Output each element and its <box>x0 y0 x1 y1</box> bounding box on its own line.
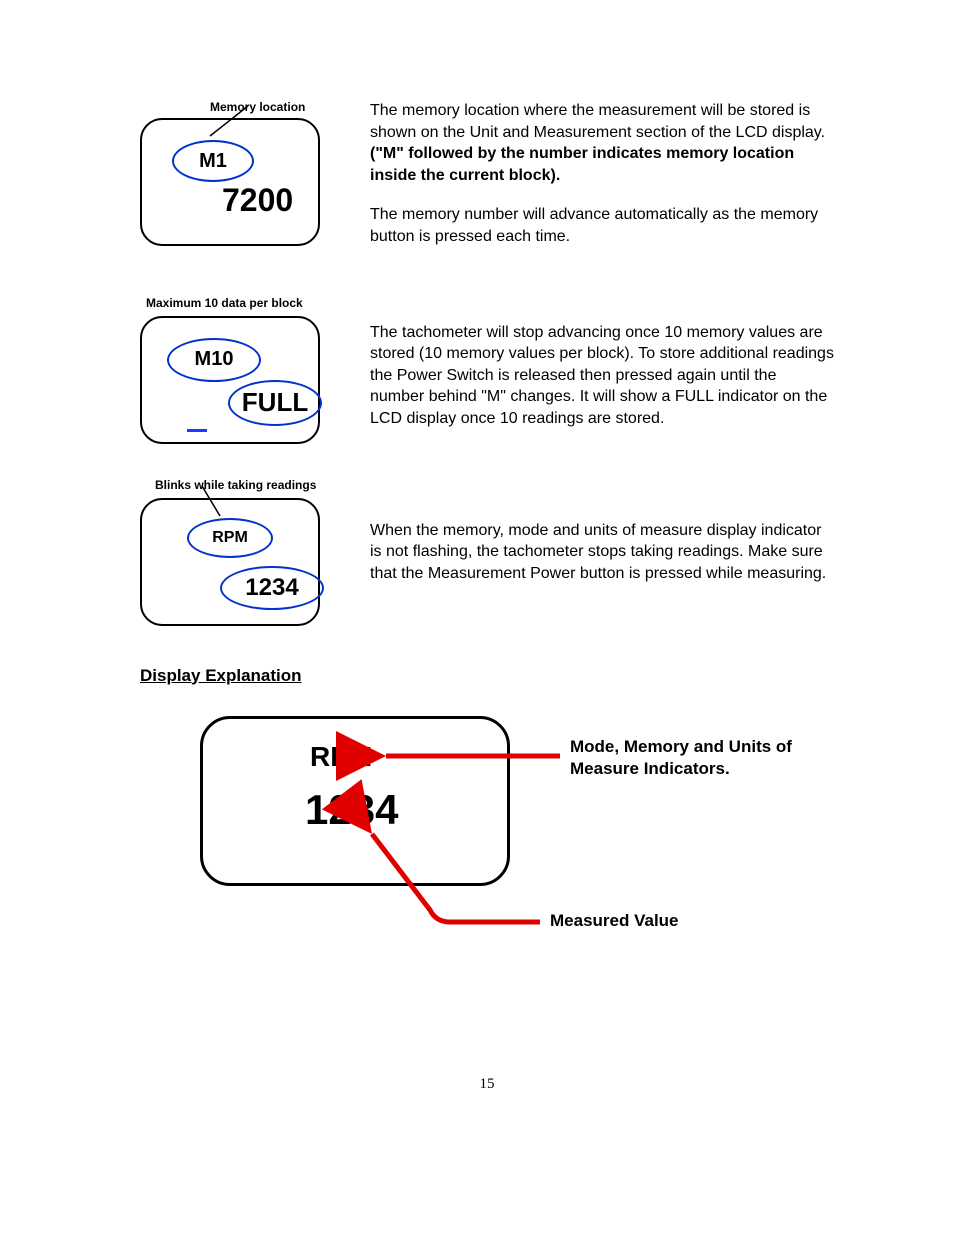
m10-indicator: M10 <box>167 338 261 382</box>
p3-text: When the memory, mode and units of measu… <box>370 520 834 585</box>
value-1234: 1234 <box>220 566 324 610</box>
p2-text: The tachometer will stop advancing once … <box>370 322 834 430</box>
figure1-caption: Memory location <box>210 100 360 114</box>
rpm-indicator: RPM <box>187 518 273 558</box>
lcd-display-2: M10 FULL <box>140 316 320 444</box>
figure2-caption: Maximum 10 data per block <box>146 296 360 310</box>
full-indicator: FULL <box>228 380 322 426</box>
lcd-display-3: RPM 1234 <box>140 498 320 626</box>
display-explanation-heading: Display Explanation <box>140 666 834 686</box>
lcd-display-1: M1 7200 <box>140 118 320 246</box>
big-value-text: 1234 <box>305 786 398 834</box>
page-number: 15 <box>140 1076 834 1093</box>
label-mode-memory-units: Mode, Memory and Units of Measure Indica… <box>570 736 830 780</box>
p1-text-c: The memory number will advance automatic… <box>370 204 834 247</box>
figure3-caption: Blinks while taking readings <box>155 478 360 492</box>
p1-text-b: ("M" followed by the number indicates me… <box>370 145 794 184</box>
figure-rpm: Blinks while taking readings RPM 1234 <box>140 478 360 626</box>
paragraph-3: When the memory, mode and units of measu… <box>360 478 834 603</box>
figure-memory-location: Memory location M1 7200 <box>140 100 360 246</box>
label-measured-value: Measured Value <box>550 911 679 931</box>
p1-text-a: The memory location where the measuremen… <box>370 102 825 141</box>
big-rpm-text: RPM <box>310 741 372 773</box>
paragraph-2: The tachometer will stop advancing once … <box>360 296 834 448</box>
value-7200: 7200 <box>222 182 293 219</box>
paragraph-1: The memory location where the measuremen… <box>360 100 834 266</box>
blue-tick-icon <box>187 429 207 432</box>
m1-indicator: M1 <box>172 140 254 182</box>
figure-full: Maximum 10 data per block M10 FULL <box>140 296 360 444</box>
display-explanation-figure: RPM 1234 Mode, Memory and Units of Measu… <box>200 716 860 966</box>
